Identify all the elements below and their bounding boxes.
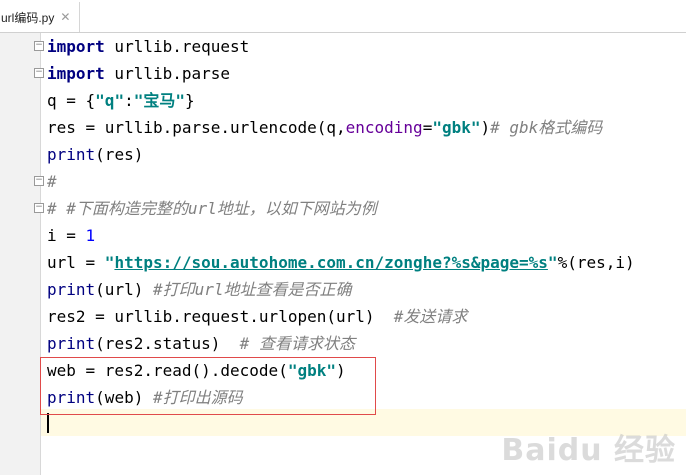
code-token: print (47, 145, 96, 164)
file-tab[interactable]: url编码.py ✕ (0, 2, 80, 32)
line-gutter (0, 33, 41, 475)
code-token: %(res,i) (557, 253, 635, 272)
code-line[interactable]: import urllib.parse (47, 60, 230, 87)
text-caret (47, 413, 49, 433)
code-token: res2 = urllib.request.urlopen(url) (47, 307, 394, 326)
code-token: 1 (85, 226, 96, 245)
code-line[interactable]: print(res) (47, 141, 143, 168)
code-token: i = (47, 226, 86, 245)
code-line[interactable]: # (47, 168, 57, 195)
code-token: # (47, 172, 57, 191)
code-line[interactable]: print(res2.status) # 查看请求状态 (47, 330, 355, 357)
code-token: https://sou.autohome.com.cn/zonghe?%s&pa… (114, 253, 548, 272)
code-token: } (185, 91, 195, 110)
code-token: " (547, 253, 558, 272)
fold-icon[interactable]: − (34, 68, 44, 78)
code-token: #发送请求 (393, 307, 468, 326)
code-token: "gbk" (432, 118, 481, 137)
code-token: #打印url地址查看是否正确 (152, 280, 352, 299)
code-line[interactable]: # #下面构造完整的url地址，以如下网站为例 (47, 195, 377, 222)
code-token: encoding (345, 118, 423, 137)
code-token: # gbk格式编码 (490, 118, 603, 137)
code-token: import (47, 64, 105, 83)
code-token: "q" (95, 91, 125, 110)
code-line[interactable]: q = {"q":"宝马"} (47, 87, 195, 114)
code-token: # 查看请求状态 (239, 334, 355, 353)
code-token: (res) (95, 145, 144, 164)
code-token: q = { (47, 91, 96, 110)
editor-tab-bar: url编码.py ✕ (0, 0, 686, 33)
code-line[interactable]: url = "https://sou.autohome.com.cn/zongh… (47, 249, 635, 276)
code-token: "宝马" (133, 91, 185, 110)
fold-icon[interactable]: − (34, 203, 44, 213)
code-line[interactable]: print(url) #打印url地址查看是否正确 (47, 276, 352, 303)
code-line[interactable]: res = urllib.parse.urlencode(q,encoding=… (47, 114, 602, 141)
code-line[interactable]: import urllib.request (47, 33, 249, 60)
code-line[interactable]: res2 = urllib.request.urlopen(url) #发送请求 (47, 303, 467, 330)
code-line[interactable]: i = 1 (47, 222, 95, 249)
watermark: Baidu 经验 (501, 433, 676, 468)
code-token: import (47, 37, 105, 56)
code-token: urllib.parse (104, 64, 231, 83)
code-token: : (124, 91, 134, 110)
code-token: " (104, 253, 115, 272)
code-token: url = (47, 253, 105, 272)
code-token: urllib.request (104, 37, 250, 56)
code-token: (res2.status) (95, 334, 240, 353)
file-tab-title: url编码.py (1, 10, 55, 25)
fold-icon[interactable]: − (34, 41, 44, 51)
code-token: = (422, 118, 433, 137)
code-token: res = urllib.parse.urlencode(q, (47, 118, 346, 137)
fold-icon[interactable]: − (34, 176, 44, 186)
code-token: print (47, 334, 96, 353)
code-token: print (47, 280, 96, 299)
code-token: ) (480, 118, 491, 137)
code-token: # #下面构造完整的url地址，以如下网站为例 (47, 199, 377, 218)
code-token: (url) (95, 280, 153, 299)
close-icon[interactable]: ✕ (60, 11, 70, 23)
annotation-box (40, 357, 376, 415)
